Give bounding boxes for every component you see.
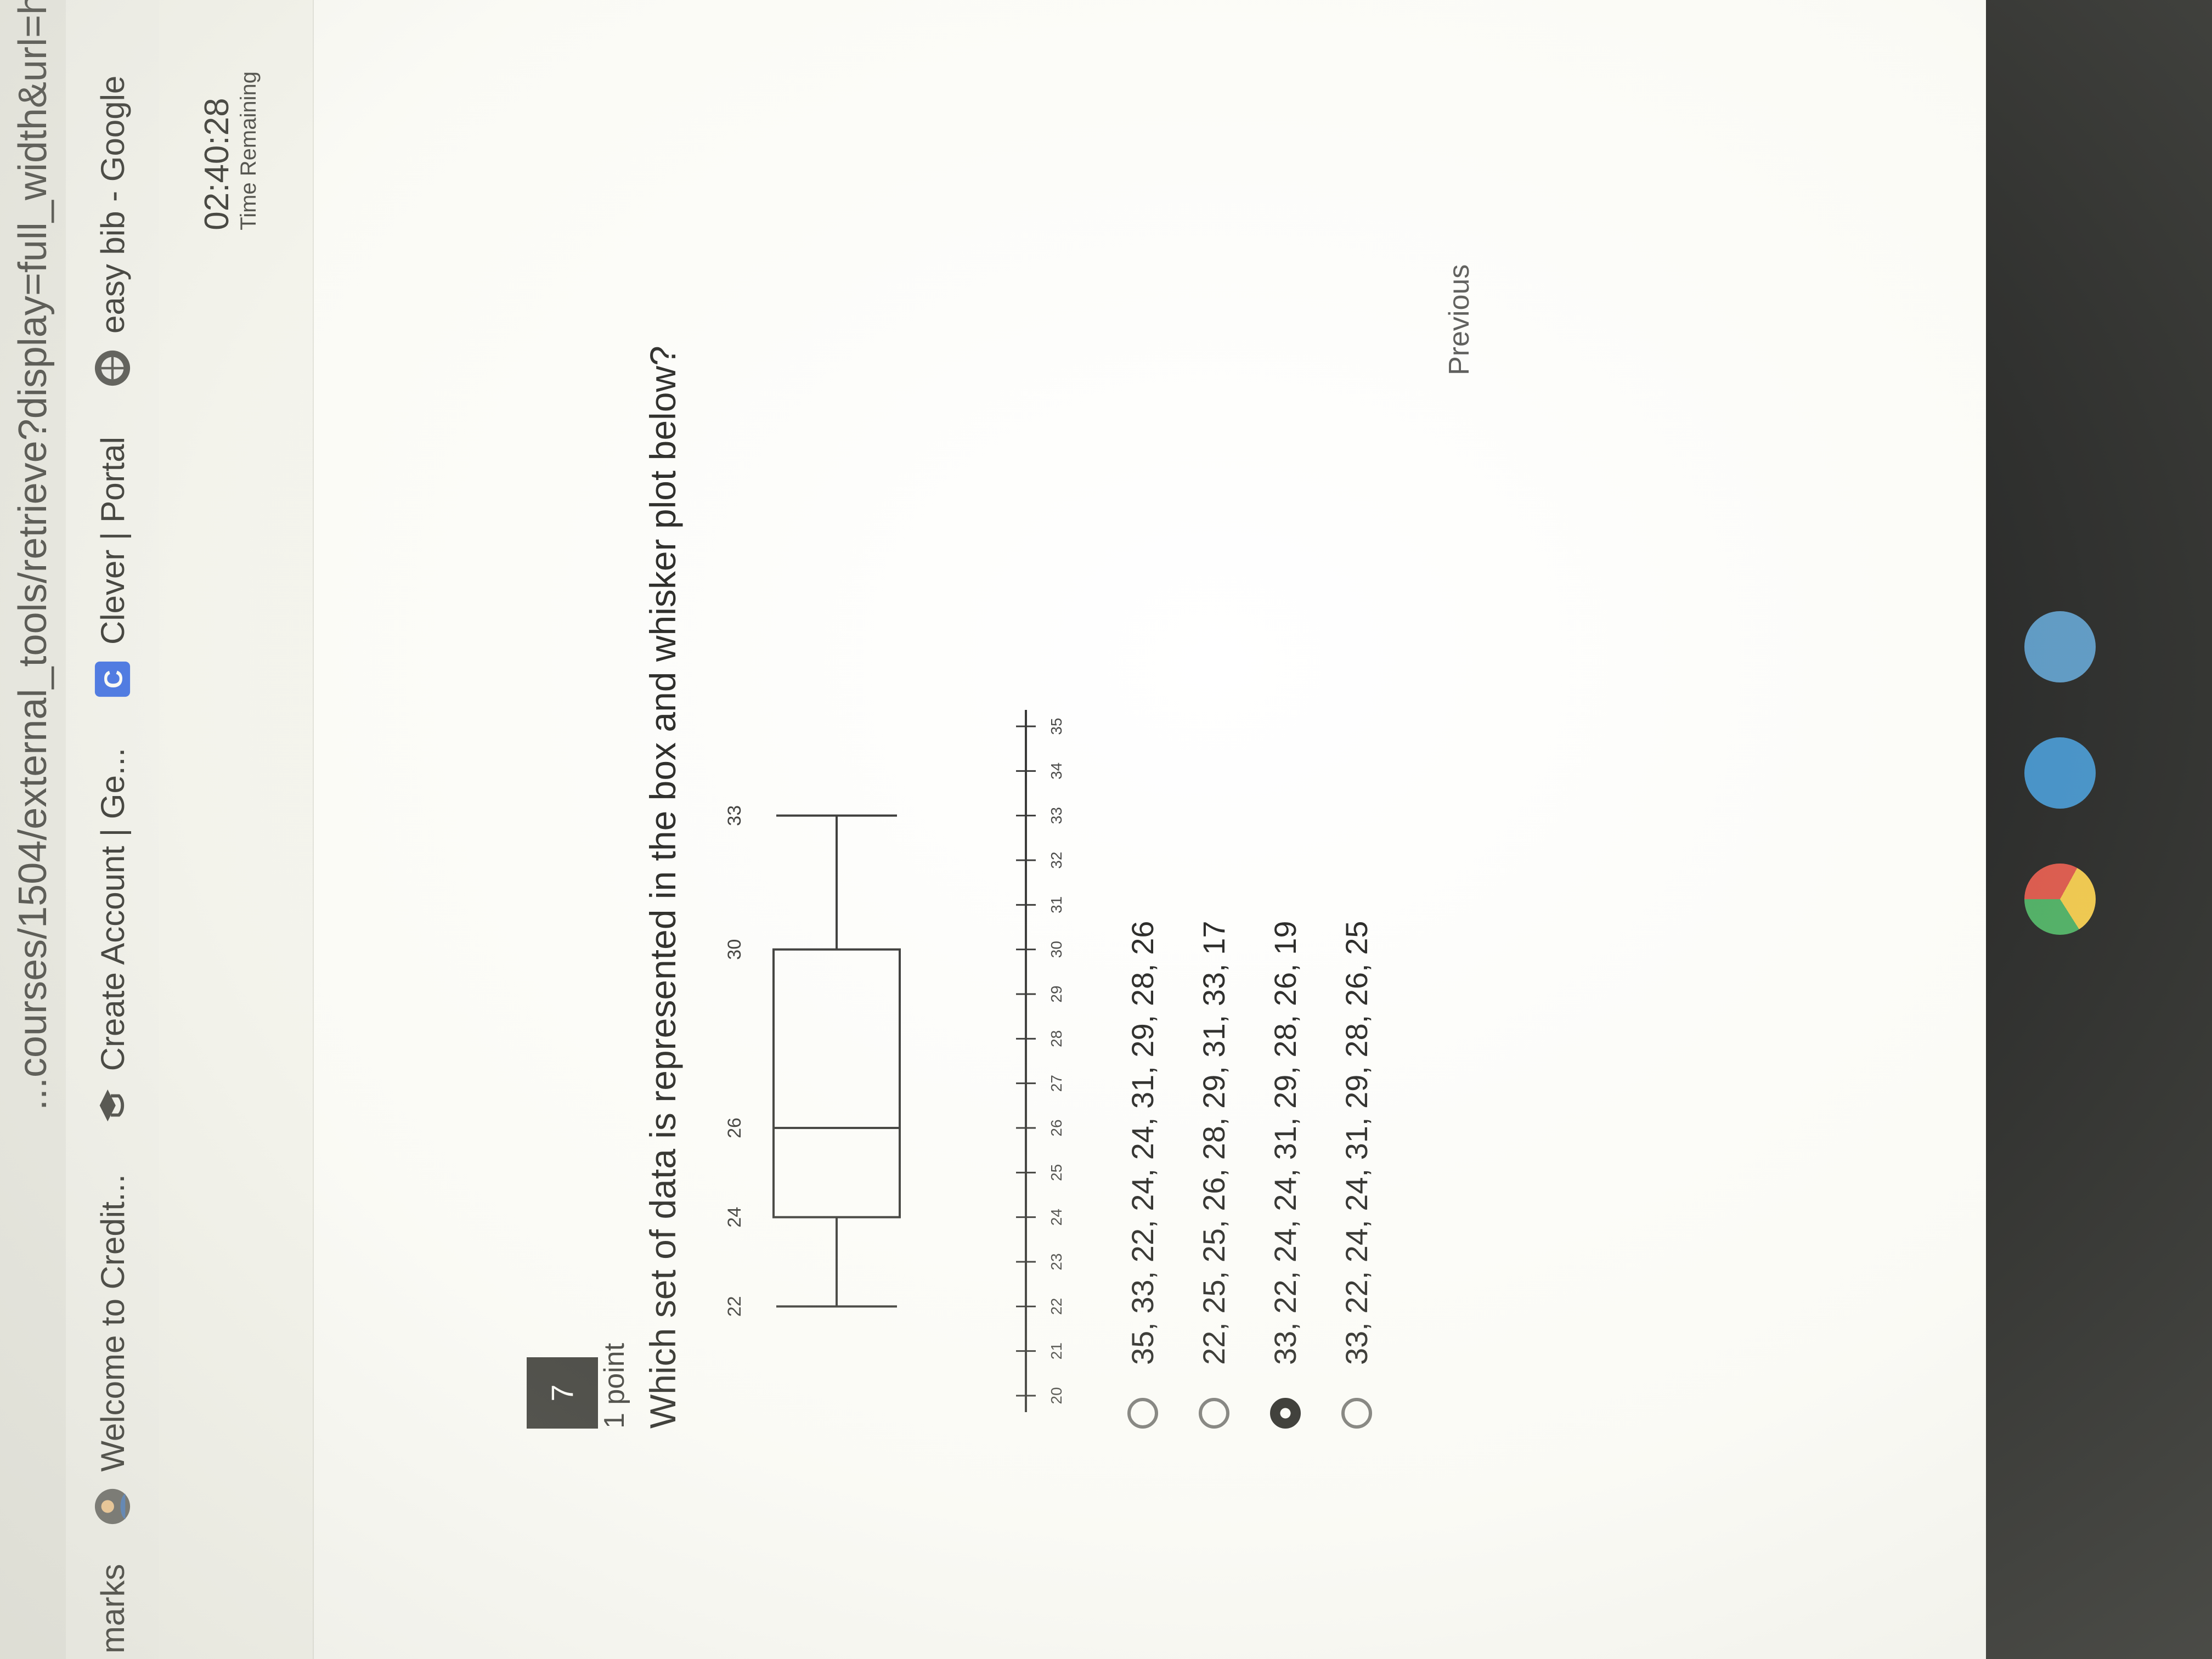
previous-button[interactable]: Previous xyxy=(1443,264,1476,375)
axis-tick-label: 35 xyxy=(1048,718,1065,735)
app-icon[interactable] xyxy=(2024,611,2096,682)
bookmark-easybib[interactable]: easy bib - Google xyxy=(93,76,132,387)
answer-choice-b[interactable]: 22, 25, 25, 26, 28, 29, 31, 33, 17 xyxy=(1196,921,1232,1429)
bookmark-label: easy bib - Google xyxy=(94,75,131,334)
value-label: 30 xyxy=(724,939,745,960)
quiz-app: 02:40:28 Time Remaining 7 1 point Which … xyxy=(159,0,2212,1659)
axis-tick-label: 31 xyxy=(1048,896,1065,913)
timer-value: 02:40:28 xyxy=(198,98,236,230)
globe-icon xyxy=(94,350,131,386)
question-text: Which set of data is represented in the … xyxy=(642,346,683,1429)
answer-label: 35, 33, 22, 24, 24, 31, 29, 28, 26 xyxy=(1125,921,1160,1365)
bookmarks-label: marks xyxy=(94,1564,131,1654)
graduation-cap-icon xyxy=(99,1090,125,1122)
question-points: 1 point xyxy=(599,1342,630,1429)
axis-tick-label: 26 xyxy=(1048,1119,1065,1136)
axis-tick-label: 23 xyxy=(1048,1253,1065,1270)
axis-tick-label: 21 xyxy=(1048,1342,1065,1359)
screen: ...courses/1504/external_tools/retrieve?… xyxy=(0,0,2212,1659)
axis-tick-label: 24 xyxy=(1048,1209,1065,1226)
question-number: 7 xyxy=(527,1357,598,1429)
person-icon xyxy=(94,1488,131,1524)
bookmarks-bar: marks Welcome to Credit... Create Accoun… xyxy=(66,0,160,1659)
answer-label: 33, 22, 24, 24, 31, 29, 28, 26, 19 xyxy=(1268,921,1302,1365)
value-label: 22 xyxy=(724,1296,745,1317)
question-card: 7 1 point Which set of data is represent… xyxy=(499,112,1706,1429)
value-label: 26 xyxy=(724,1118,745,1138)
radio-button[interactable] xyxy=(1127,1398,1158,1429)
bookmark-label: Welcome to Credit... xyxy=(94,1174,131,1472)
radio-button[interactable] xyxy=(1198,1398,1229,1429)
chrome-icon[interactable] xyxy=(2024,864,2096,935)
box-whisker-plot: 22 24 26 30 33 20 21 22 23 24 25 26 27 28 29 30 31 32 33 34… xyxy=(724,710,1065,1412)
axis-tick-label: 28 xyxy=(1048,1030,1065,1047)
timer-label: Time Remaining xyxy=(236,71,261,230)
axis-tick-label: 30 xyxy=(1048,941,1065,958)
bookmark-label: Clever | Portal xyxy=(94,436,131,645)
axis-tick-label: 34 xyxy=(1048,763,1065,780)
address-bar[interactable]: ...courses/1504/external_tools/retrieve?… xyxy=(0,0,66,1659)
bookmark-label: Create Account | Ge... xyxy=(94,748,131,1071)
timer: 02:40:28 Time Remaining xyxy=(198,71,261,230)
value-label: 33 xyxy=(724,805,745,826)
taskbar xyxy=(1986,0,2212,1659)
answer-label: 33, 22, 24, 24, 31, 29, 28, 26, 25 xyxy=(1339,921,1374,1365)
axis-tick-label: 27 xyxy=(1048,1075,1065,1092)
axis-tick-label: 25 xyxy=(1048,1164,1065,1181)
radio-button[interactable] xyxy=(1341,1398,1372,1429)
radio-button-selected[interactable] xyxy=(1269,1398,1301,1429)
svg-text:C: C xyxy=(99,670,128,689)
axis-tick-label: 33 xyxy=(1048,807,1065,824)
answer-choice-c[interactable]: 33, 22, 24, 24, 31, 29, 28, 26, 19 xyxy=(1267,921,1303,1429)
quiz-header: 02:40:28 Time Remaining xyxy=(159,0,314,1659)
bookmark-clever[interactable]: C Clever | Portal xyxy=(93,437,132,698)
files-icon[interactable] xyxy=(2024,737,2096,809)
clever-c-icon: C xyxy=(94,661,131,697)
bookmark-welcome[interactable]: Welcome to Credit... xyxy=(93,1174,132,1525)
axis-tick-label: 29 xyxy=(1048,985,1065,1002)
answer-choice-a[interactable]: 35, 33, 22, 24, 24, 31, 29, 28, 26 xyxy=(1125,921,1160,1429)
answer-choice-d[interactable]: 33, 22, 24, 24, 31, 29, 28, 26, 25 xyxy=(1339,921,1374,1429)
bookmark-create-account[interactable]: Create Account | Ge... xyxy=(93,748,132,1125)
value-label: 24 xyxy=(724,1207,745,1228)
axis-tick-label: 22 xyxy=(1048,1298,1065,1315)
axis-tick-label: 32 xyxy=(1048,851,1065,868)
answer-label: 22, 25, 25, 26, 28, 29, 31, 33, 17 xyxy=(1197,921,1231,1365)
box-iqr xyxy=(772,948,901,1218)
axis-tick-label: 20 xyxy=(1048,1387,1065,1404)
url-text: ...courses/1504/external_tools/retrieve?… xyxy=(11,0,55,1110)
